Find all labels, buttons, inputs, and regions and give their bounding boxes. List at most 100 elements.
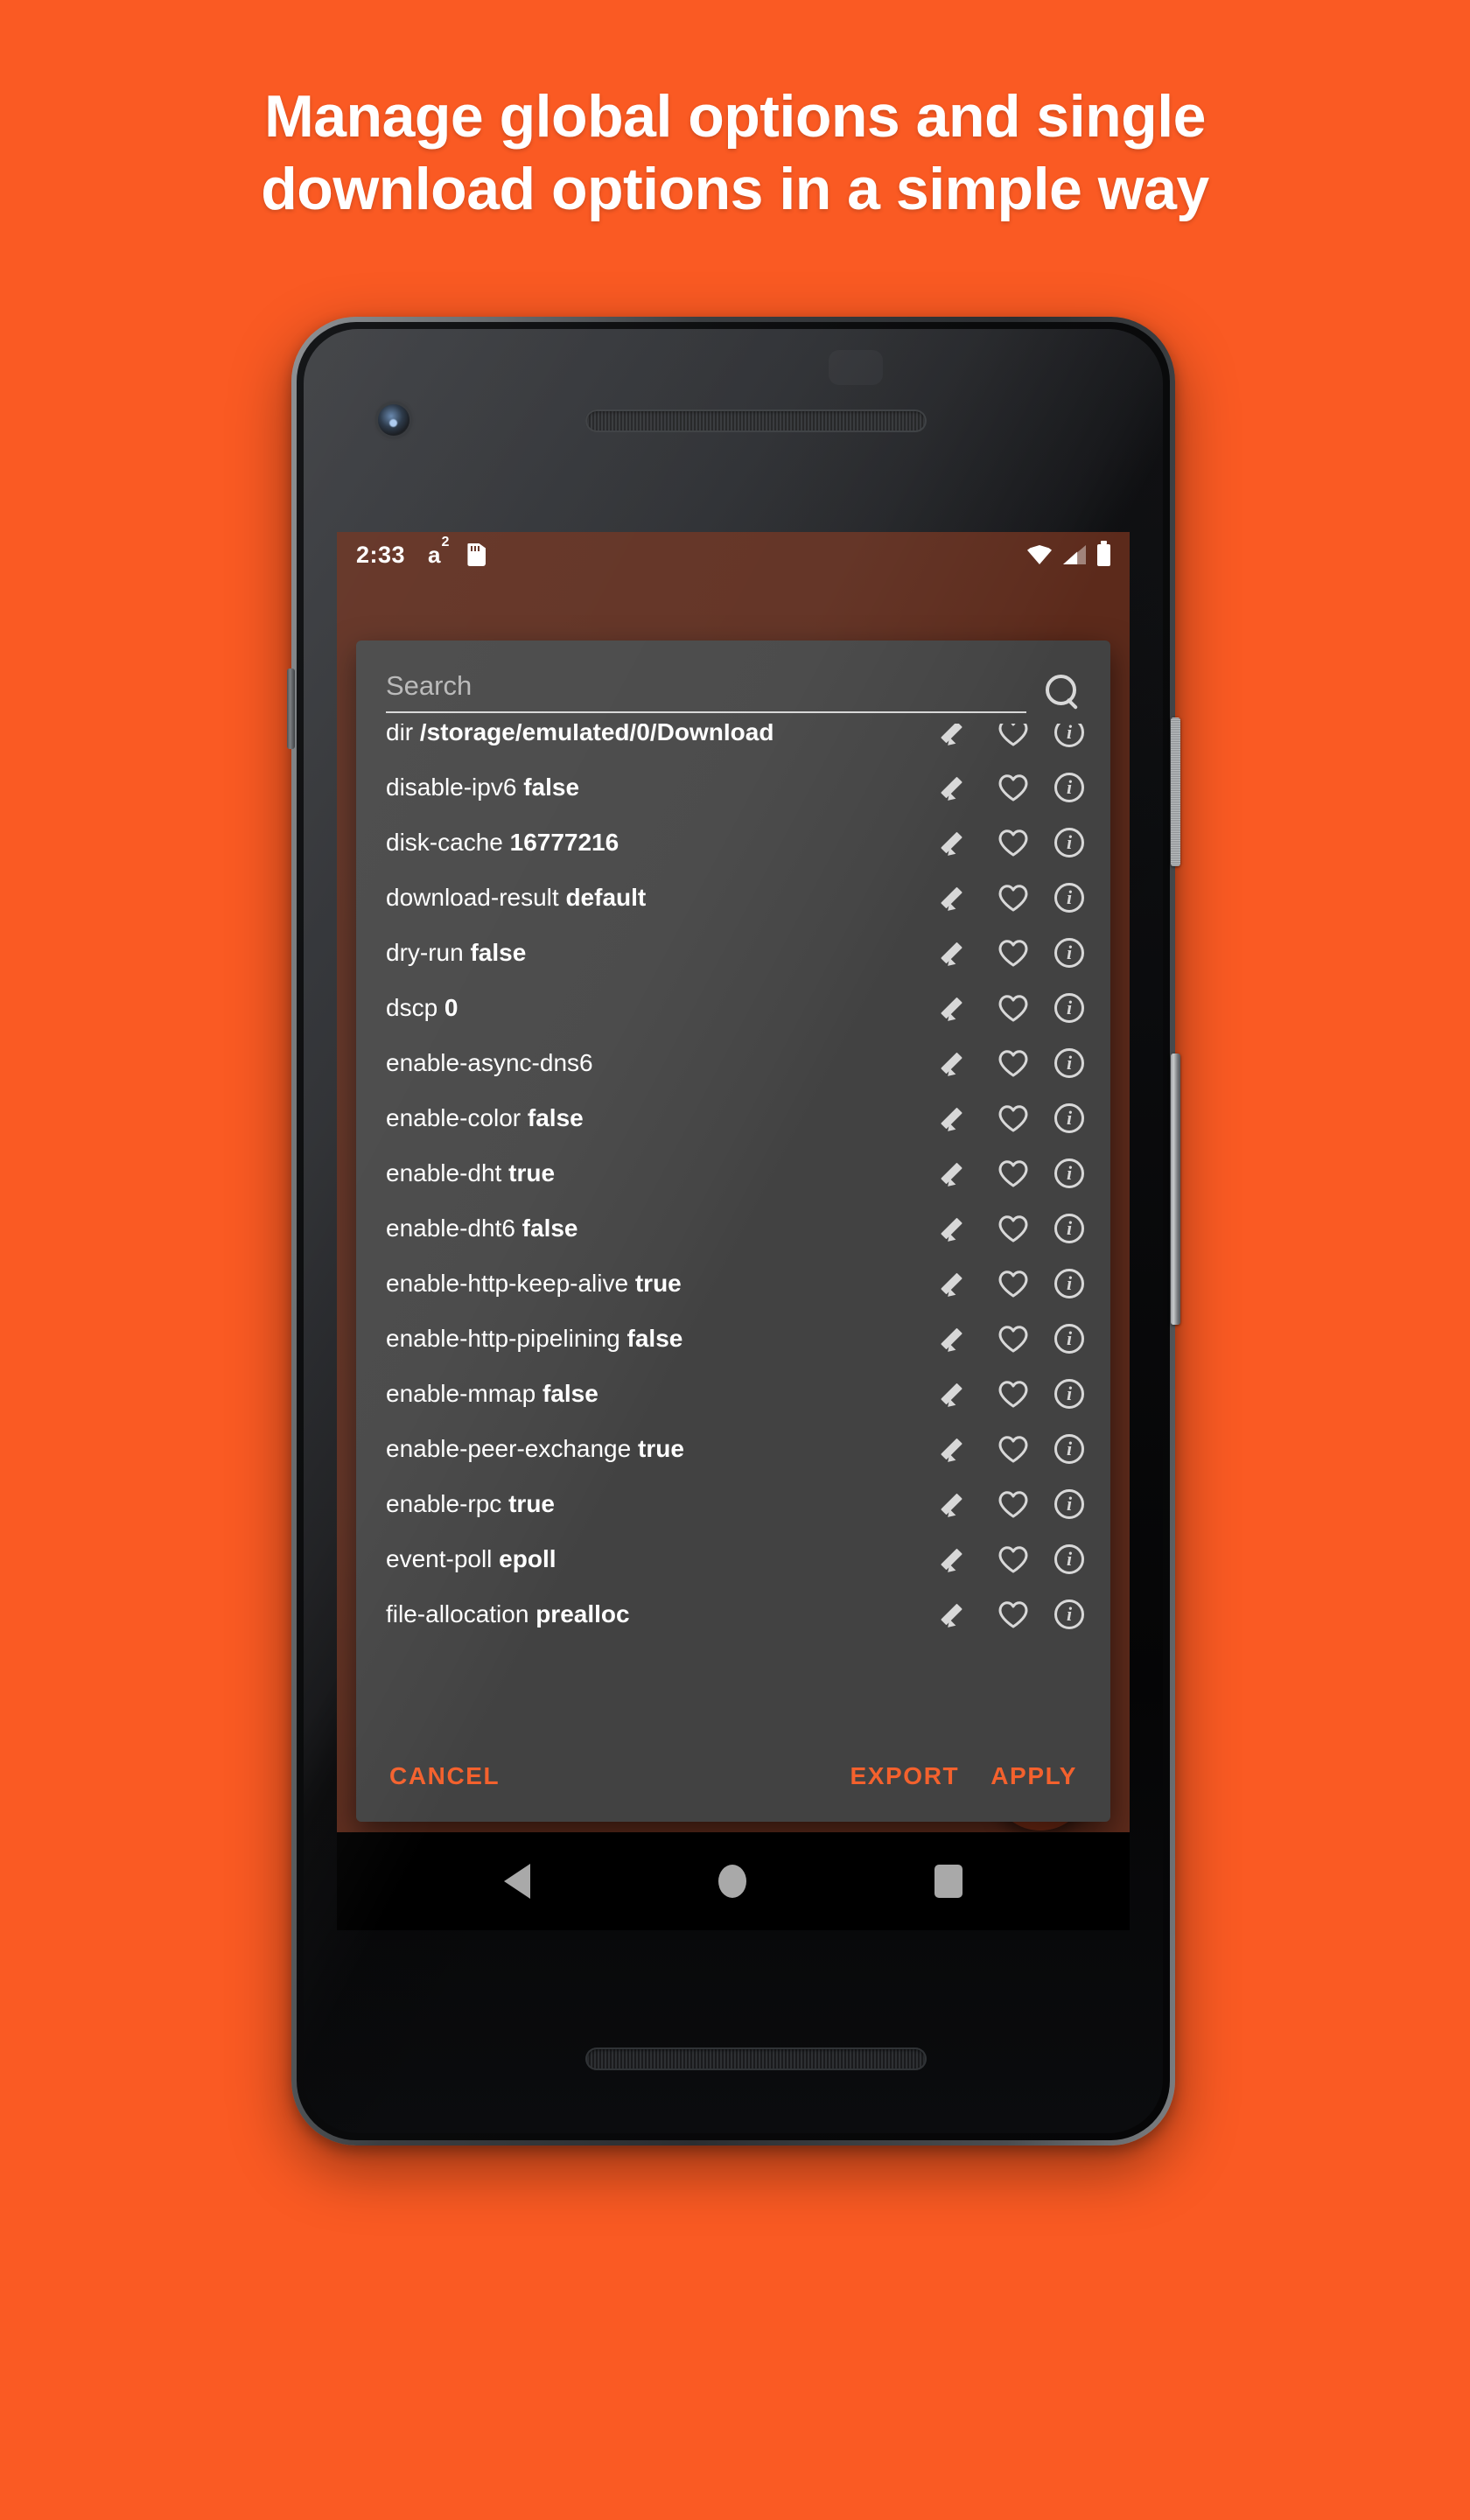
- export-button[interactable]: EXPORT: [846, 1754, 962, 1799]
- option-key: enable-rpc: [386, 1489, 502, 1517]
- option-value: 16777216: [502, 828, 620, 856]
- info-icon[interactable]: i: [1054, 1599, 1084, 1629]
- edit-pencil-icon[interactable]: [942, 1379, 972, 1409]
- info-icon[interactable]: i: [1054, 1378, 1084, 1409]
- option-row[interactable]: enable-rpc true i: [356, 1476, 1110, 1531]
- info-icon[interactable]: i: [1054, 992, 1084, 1023]
- volume-rocker-button[interactable]: [1171, 1054, 1180, 1325]
- edit-pencil-icon[interactable]: [942, 938, 972, 968]
- info-icon[interactable]: i: [1054, 1102, 1084, 1133]
- option-value: false: [620, 1324, 683, 1352]
- favorite-heart-icon[interactable]: [998, 829, 1028, 857]
- edit-pencil-icon[interactable]: [942, 1214, 972, 1243]
- dialog-action-bar: CANCEL EXPORT APPLY: [356, 1731, 1110, 1822]
- option-label: enable-rpc true: [386, 1490, 942, 1518]
- option-row-actions: i: [942, 1213, 1084, 1243]
- favorite-heart-icon[interactable]: [998, 1049, 1028, 1077]
- home-icon[interactable]: [718, 1865, 746, 1898]
- option-row[interactable]: enable-dht true i: [356, 1145, 1110, 1200]
- status-bar-system-icons: [1027, 540, 1110, 566]
- favorite-heart-icon[interactable]: [998, 1435, 1028, 1463]
- promo-headline: Manage global options and single downloa…: [0, 80, 1470, 226]
- edit-pencil-icon[interactable]: [942, 1544, 972, 1574]
- option-row[interactable]: dir /storage/emulated/0/Download i: [356, 724, 1110, 760]
- option-row[interactable]: dscp 0 i: [356, 980, 1110, 1035]
- option-row[interactable]: disk-cache 16777216 i: [356, 815, 1110, 870]
- battery-icon: [1097, 540, 1110, 566]
- favorite-heart-icon[interactable]: [998, 1325, 1028, 1353]
- edit-pencil-icon[interactable]: [942, 883, 972, 913]
- edit-pencil-icon[interactable]: [942, 1324, 972, 1354]
- edit-pencil-icon[interactable]: [942, 1600, 972, 1629]
- favorite-heart-icon[interactable]: [998, 884, 1028, 912]
- option-key: enable-dht6: [386, 1214, 515, 1242]
- favorite-heart-icon[interactable]: [998, 1380, 1028, 1408]
- apply-button[interactable]: APPLY: [987, 1754, 1081, 1799]
- info-icon[interactable]: i: [1054, 1433, 1084, 1464]
- favorite-heart-icon[interactable]: [998, 1600, 1028, 1628]
- info-icon[interactable]: i: [1054, 772, 1084, 802]
- options-list-inner: dir /storage/emulated/0/Download i disable…: [356, 724, 1110, 1642]
- favorite-heart-icon[interactable]: [998, 939, 1028, 967]
- info-icon[interactable]: i: [1054, 827, 1084, 858]
- option-row[interactable]: enable-http-pipelining false i: [356, 1311, 1110, 1366]
- option-value: false: [514, 1214, 578, 1242]
- option-label: event-poll epoll: [386, 1545, 942, 1573]
- info-icon[interactable]: i: [1054, 1488, 1084, 1519]
- option-row[interactable]: enable-http-keep-alive true i: [356, 1256, 1110, 1311]
- sdcard-icon: [467, 543, 486, 566]
- recents-icon[interactable]: [934, 1865, 962, 1898]
- option-row[interactable]: event-poll epoll i: [356, 1531, 1110, 1586]
- option-row[interactable]: download-result default i: [356, 870, 1110, 925]
- favorite-heart-icon[interactable]: [998, 1159, 1028, 1187]
- edit-pencil-icon[interactable]: [942, 1489, 972, 1519]
- favorite-heart-icon[interactable]: [998, 994, 1028, 1022]
- edit-pencil-icon[interactable]: [942, 773, 972, 802]
- info-icon[interactable]: i: [1054, 882, 1084, 913]
- info-icon[interactable]: i: [1054, 1047, 1084, 1078]
- favorite-heart-icon[interactable]: [998, 1270, 1028, 1298]
- edit-pencil-icon[interactable]: [942, 1048, 972, 1078]
- option-row[interactable]: disable-ipv6 false i: [356, 760, 1110, 815]
- edit-pencil-icon[interactable]: [942, 1103, 972, 1133]
- favorite-heart-icon[interactable]: [998, 1104, 1028, 1132]
- favorite-heart-icon[interactable]: [998, 724, 1028, 746]
- option-row[interactable]: enable-color false i: [356, 1090, 1110, 1145]
- option-row[interactable]: dry-run false i: [356, 925, 1110, 980]
- dialog-search-bar: [356, 640, 1110, 724]
- option-row[interactable]: enable-mmap false i: [356, 1366, 1110, 1421]
- cancel-button[interactable]: CANCEL: [386, 1754, 503, 1799]
- info-icon[interactable]: i: [1054, 1544, 1084, 1574]
- edit-pencil-icon[interactable]: [942, 1434, 972, 1464]
- favorite-heart-icon[interactable]: [998, 1490, 1028, 1518]
- favorite-heart-icon[interactable]: [998, 1545, 1028, 1573]
- info-icon[interactable]: i: [1054, 1268, 1084, 1298]
- power-button[interactable]: [1171, 718, 1180, 866]
- cellular-signal-icon: [1063, 545, 1086, 564]
- edit-pencil-icon[interactable]: [942, 724, 972, 747]
- info-icon[interactable]: i: [1054, 1323, 1084, 1354]
- option-key: enable-mmap: [386, 1379, 536, 1407]
- info-icon[interactable]: i: [1054, 724, 1084, 747]
- option-row[interactable]: enable-async-dns6 i: [356, 1035, 1110, 1090]
- edit-pencil-icon[interactable]: [942, 993, 972, 1023]
- search-icon[interactable]: [1044, 673, 1081, 710]
- edit-pencil-icon[interactable]: [942, 1269, 972, 1298]
- option-row[interactable]: file-allocation prealloc i: [356, 1586, 1110, 1642]
- edit-pencil-icon[interactable]: [942, 1158, 972, 1188]
- back-icon[interactable]: [504, 1864, 531, 1899]
- edit-pencil-icon[interactable]: [942, 828, 972, 858]
- options-list[interactable]: dir /storage/emulated/0/Download i disable…: [356, 724, 1110, 1731]
- headline-line-2: download options in a simple way: [261, 155, 1209, 222]
- option-row-actions: i: [942, 724, 1084, 747]
- option-row[interactable]: enable-dht6 false i: [356, 1200, 1110, 1256]
- option-row[interactable]: enable-peer-exchange true i: [356, 1421, 1110, 1476]
- favorite-heart-icon[interactable]: [998, 1214, 1028, 1242]
- option-key: dry-run: [386, 938, 464, 966]
- info-icon[interactable]: i: [1054, 1158, 1084, 1188]
- left-side-button[interactable]: [287, 668, 295, 749]
- search-input[interactable]: [386, 670, 1026, 713]
- favorite-heart-icon[interactable]: [998, 774, 1028, 802]
- info-icon[interactable]: i: [1054, 1213, 1084, 1243]
- info-icon[interactable]: i: [1054, 937, 1084, 968]
